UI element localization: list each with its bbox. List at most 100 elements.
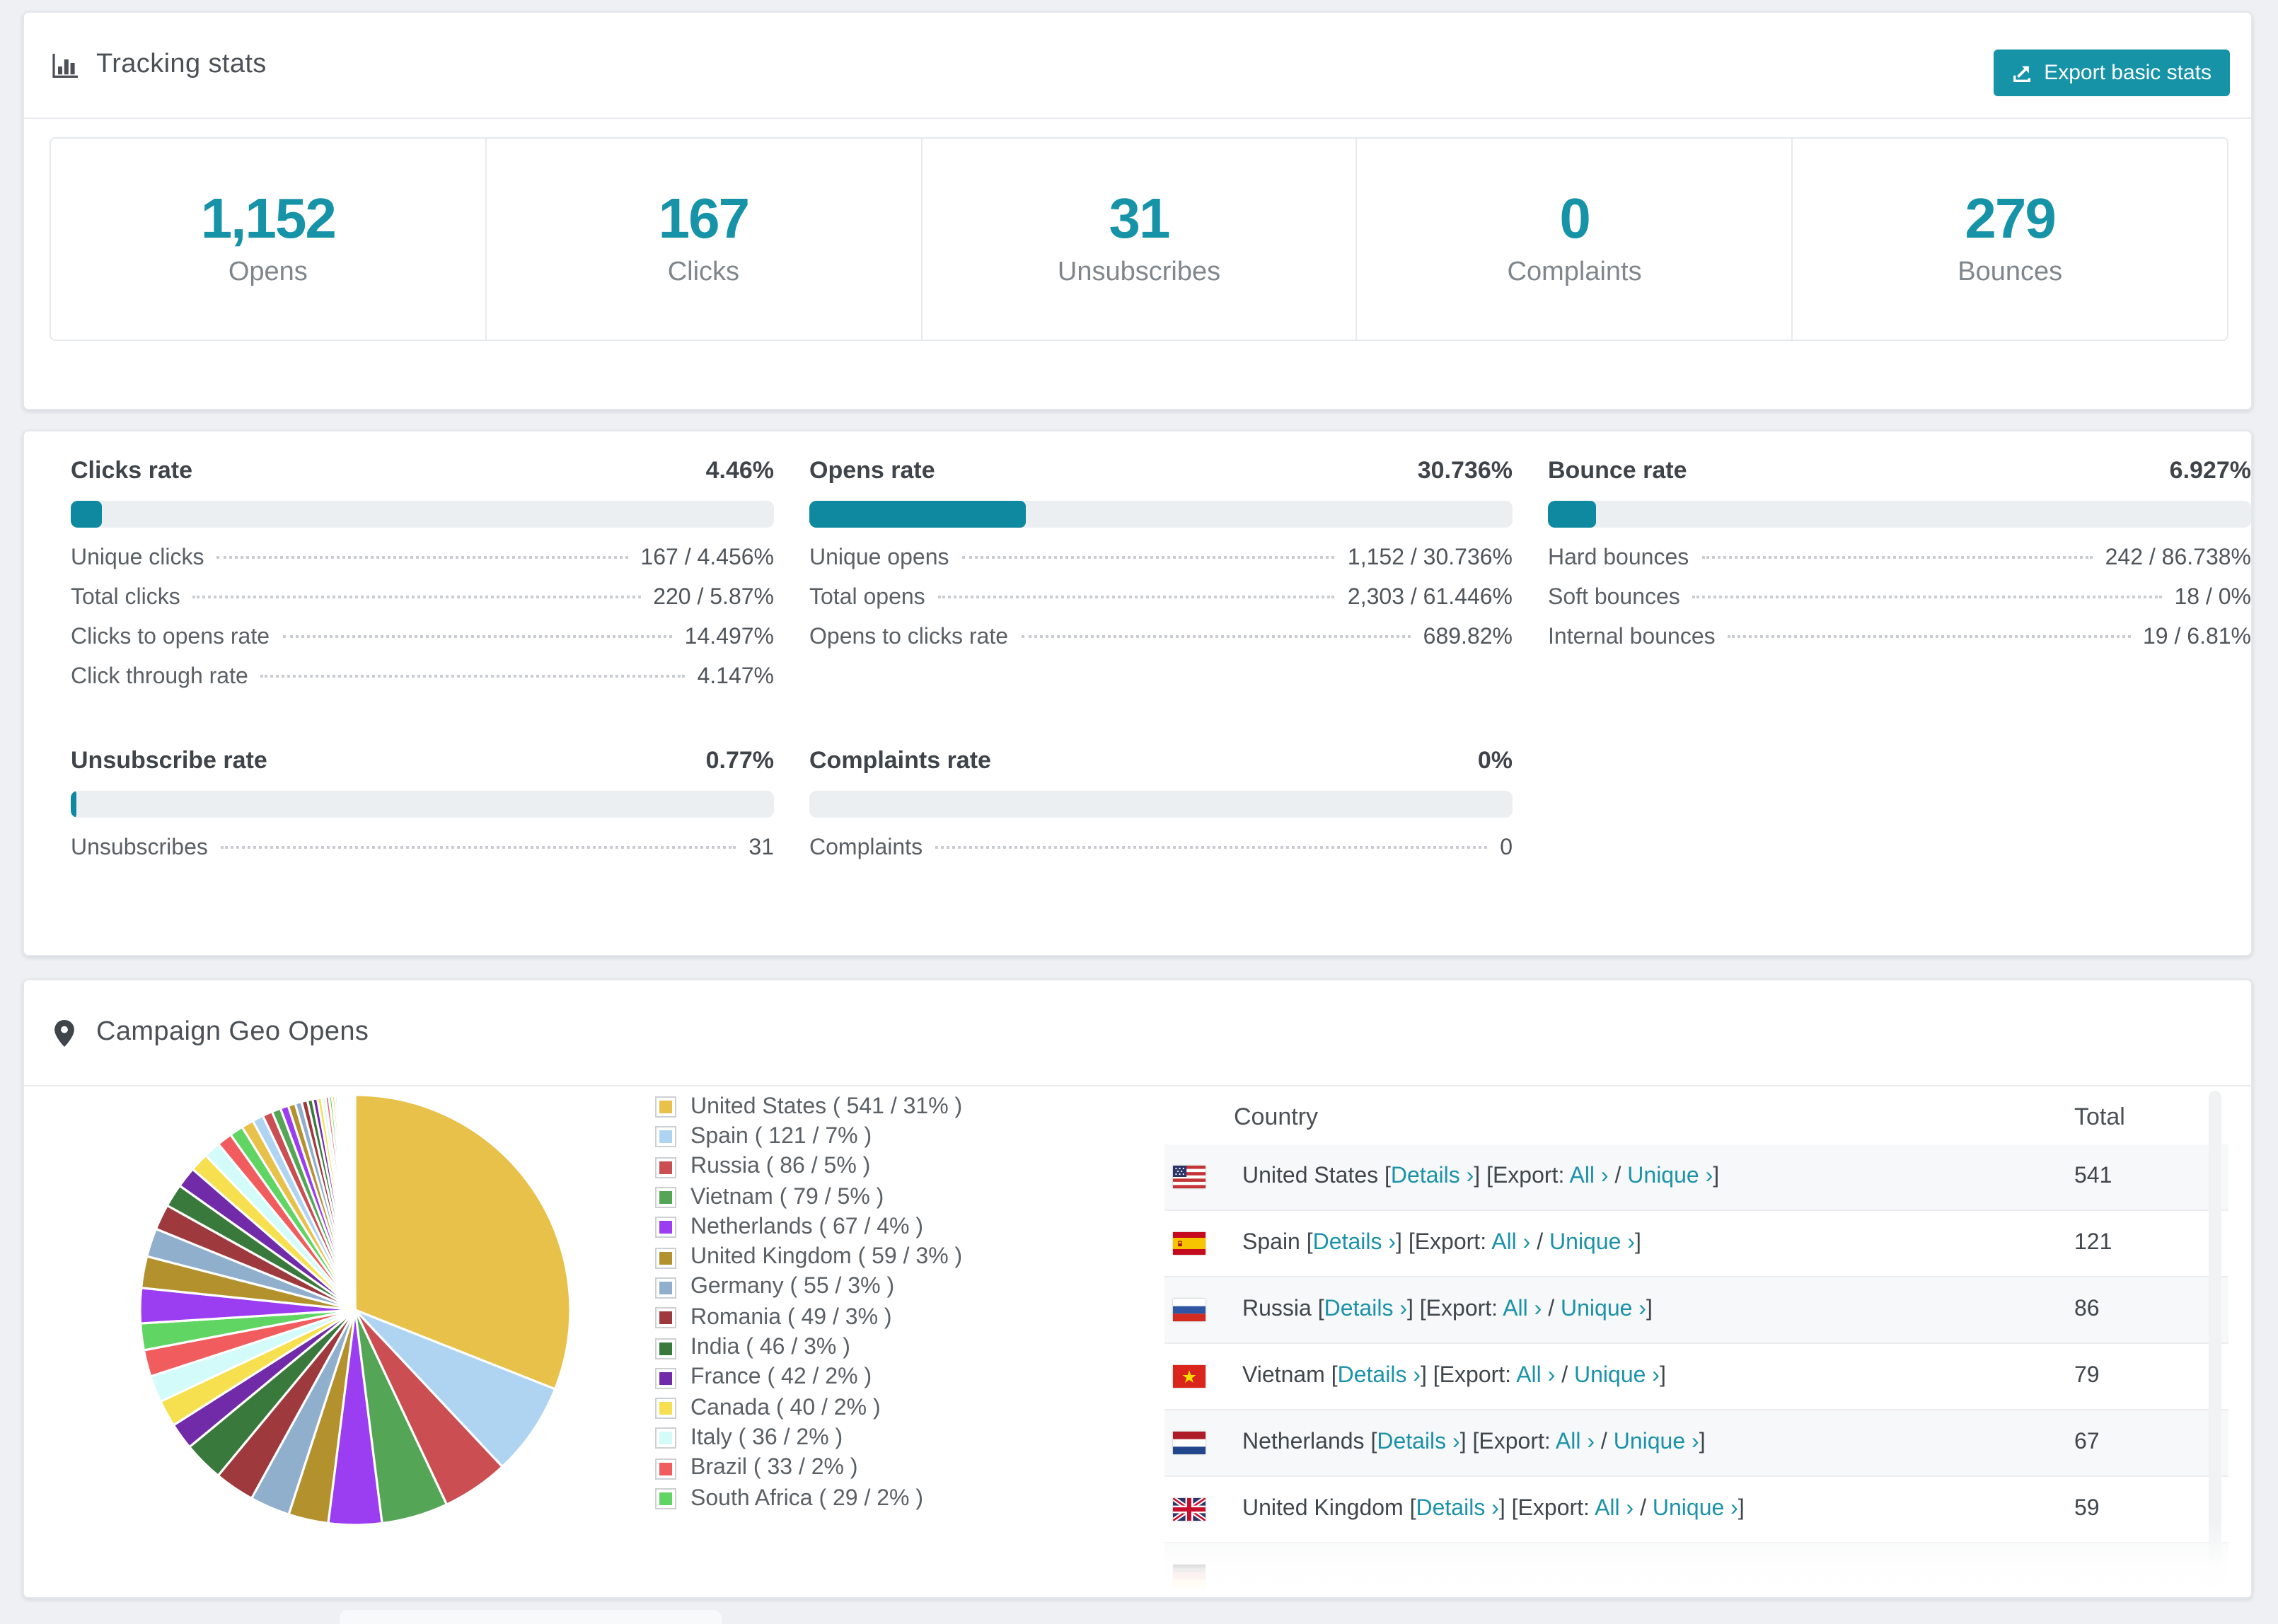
stat-label: Clicks	[667, 257, 740, 286]
export-all-link[interactable]: All ›	[1556, 1430, 1595, 1454]
export-all-link[interactable]: All ›	[1595, 1497, 1634, 1521]
details-link[interactable]: Details ›	[1313, 1231, 1396, 1255]
details-link[interactable]: Details ›	[1338, 1364, 1421, 1388]
export-unique-link[interactable]: Unique ›	[1627, 1164, 1713, 1188]
rate-detail-value: 689.82%	[1423, 625, 1513, 649]
progress-bar-fill	[809, 501, 1026, 528]
export-all-link[interactable]: All ›	[1569, 1164, 1608, 1188]
rate-detail-label: Unique clicks	[71, 546, 204, 570]
bracket: ]	[1713, 1164, 1720, 1188]
legend-item: United Kingdom ( 59 / 3% )	[655, 1243, 962, 1273]
stat-label: Unsubscribes	[1057, 257, 1221, 286]
rate-section-opens: Opens rate 30.736% Unique opens 1,152 / 30.…	[809, 457, 1513, 704]
total-cell: 59	[2074, 1497, 2100, 1521]
stat-value: 1,152	[200, 187, 337, 250]
dotted-leader	[216, 556, 628, 559]
total-column-header: Total	[2074, 1103, 2125, 1130]
legend-label: Spain ( 121 / 7% )	[690, 1124, 872, 1149]
progress-bar-complaints	[809, 791, 1513, 818]
export-button-label: Export basic stats	[2044, 61, 2211, 85]
progress-bar-fill	[71, 501, 103, 528]
rate-detail-value: 220 / 5.87%	[653, 586, 774, 610]
bracket: [	[1306, 1231, 1313, 1255]
de-flag-icon	[1173, 1565, 1206, 1587]
export-unique-link[interactable]: Unique ›	[1561, 1297, 1646, 1321]
rate-detail-value: 31	[748, 836, 774, 860]
rate-title: Unsubscribe rate	[71, 747, 267, 774]
legend-label: Romania ( 49 / 3% )	[690, 1305, 892, 1330]
table-row-nl: Netherlands [Details ›] [Export: All › /…	[1164, 1410, 2228, 1477]
country-name: Vietnam	[1242, 1364, 1331, 1388]
export-unique-link[interactable]: Unique ›	[1653, 1497, 1738, 1521]
country-name: Netherlands	[1242, 1430, 1371, 1454]
legend-swatch	[655, 1488, 676, 1509]
export-unique-link[interactable]: Unique ›	[1614, 1430, 1699, 1454]
bracket: [	[1409, 1497, 1416, 1521]
legend-item: India ( 46 / 3% )	[655, 1333, 962, 1364]
export-all-link[interactable]: All ›	[1503, 1297, 1542, 1321]
legend-swatch	[655, 1187, 676, 1209]
legend-swatch	[655, 1126, 676, 1148]
rate-detail-row: Total clicks 220 / 5.87%	[71, 586, 774, 625]
export-basic-stats-button[interactable]: Export basic stats	[1993, 50, 2230, 96]
bracket: /	[1530, 1231, 1550, 1255]
country-name: Russia	[1242, 1297, 1318, 1321]
rate-detail-row: Total opens 2,303 / 61.446%	[809, 586, 1513, 625]
rate-head: Unsubscribe rate 0.77%	[71, 747, 774, 775]
table-row-gb: United Kingdom [Details ›] [Export: All …	[1164, 1477, 2228, 1543]
table-scrollbar[interactable]	[2209, 1091, 2221, 1589]
rates-card: Clicks rate 4.46% Unique clicks 167 / 4.456…	[23, 430, 2253, 956]
rate-detail-row: Unique clicks 167 / 4.456%	[71, 546, 774, 586]
rate-title: Bounce rate	[1548, 457, 1687, 484]
dotted-leader	[1728, 635, 2130, 638]
geo-header: Campaign Geo Opens	[24, 980, 2251, 1086]
rate-detail-label: Hard bounces	[1548, 546, 1689, 570]
stat-value: 0	[1559, 187, 1591, 250]
details-link[interactable]: Details ›	[1391, 1164, 1474, 1188]
legend-item: France ( 42 / 2% )	[655, 1363, 962, 1393]
stat-label: Opens	[228, 257, 308, 286]
stat-value: 279	[1965, 187, 2056, 250]
rate-value: 6.927%	[2169, 457, 2251, 484]
rate-value: 4.46%	[705, 457, 774, 484]
ru-flag-icon	[1173, 1299, 1206, 1321]
stat-tile-opens: 1,152 Opens	[51, 139, 485, 340]
details-link[interactable]: Details ›	[1324, 1297, 1407, 1321]
rate-value: 0.77%	[705, 747, 774, 774]
bracket: ]	[1646, 1297, 1653, 1321]
legend-item: Spain ( 121 / 7% )	[655, 1123, 962, 1153]
total-cell: 541	[2074, 1164, 2112, 1188]
country-name: Spain	[1242, 1231, 1307, 1255]
total-cell: 79	[2074, 1364, 2100, 1388]
table-row-de	[1164, 1543, 2228, 1597]
legend-label: Brazil ( 33 / 2% )	[690, 1456, 858, 1480]
legend-item: Italy ( 36 / 2% )	[655, 1424, 962, 1454]
vn-flag-icon	[1173, 1365, 1206, 1388]
rate-head: Clicks rate 4.46%	[71, 457, 774, 485]
export-unique-link[interactable]: Unique ›	[1549, 1231, 1635, 1255]
rate-section-unsubscribe: Unsubscribe rate 0.77% Unsubscribes 31	[71, 747, 774, 876]
dotted-leader	[1692, 596, 2162, 598]
stat-label: Complaints	[1507, 257, 1642, 286]
legend-swatch	[655, 1096, 676, 1118]
country-name: United Kingdom	[1242, 1497, 1410, 1521]
geo-title: Campaign Geo Opens	[96, 1017, 369, 1047]
country-cell: Netherlands [Details ›] [Export: All › /…	[1242, 1430, 2074, 1456]
es-flag-icon	[1173, 1232, 1206, 1255]
legend-item: Romania ( 49 / 3% )	[655, 1303, 962, 1333]
export-unique-link[interactable]: Unique ›	[1574, 1364, 1660, 1388]
rate-title: Complaints rate	[809, 747, 991, 774]
tracking-stats-header: Tracking stats Export basic stats	[24, 13, 2251, 119]
dashboard-page: Tracking stats Export basic stats 1,152 O…	[0, 0, 2278, 1624]
legend-swatch	[655, 1427, 676, 1449]
bracket: ] [Export:	[1474, 1164, 1570, 1188]
stat-tile-bounces: 279 Bounces	[1791, 139, 2227, 340]
rate-detail-label: Unsubscribes	[71, 836, 208, 860]
export-all-link[interactable]: All ›	[1516, 1364, 1555, 1388]
legend-label: Germany ( 55 / 3% )	[690, 1275, 895, 1299]
export-all-link[interactable]: All ›	[1491, 1231, 1530, 1255]
details-link[interactable]: Details ›	[1377, 1430, 1459, 1454]
details-link[interactable]: Details ›	[1416, 1497, 1499, 1521]
stats-summary-row: 1,152 Opens 167 Clicks 31 Unsubscribes 0 Compla…	[50, 137, 2228, 341]
bracket: ] [Export:	[1407, 1297, 1503, 1321]
